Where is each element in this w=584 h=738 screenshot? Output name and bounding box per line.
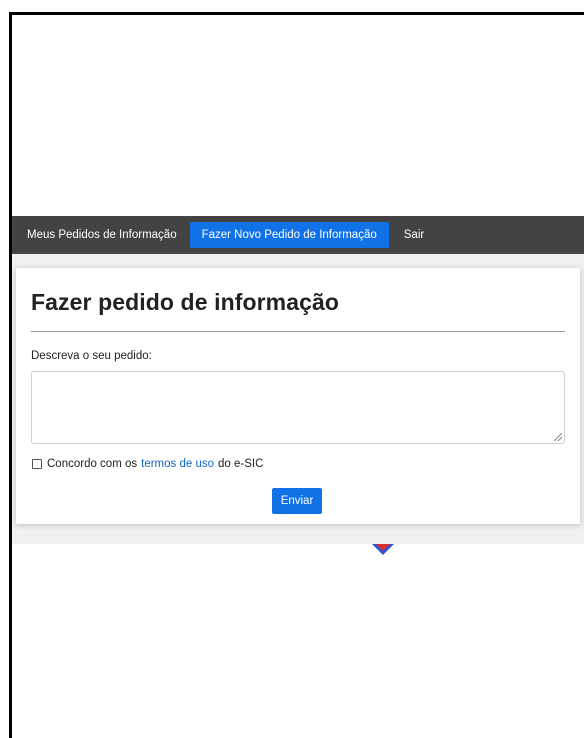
request-form-card: Fazer pedido de informação Descreva o se…	[16, 268, 580, 524]
terms-checkbox[interactable]	[32, 459, 42, 469]
nav-new-request[interactable]: Fazer Novo Pedido de Informação	[189, 222, 389, 248]
terms-link[interactable]: termos de uso	[141, 458, 214, 470]
pointer-marker-inner-icon	[376, 544, 390, 551]
terms-row: Concordo com os termos de uso do e-SIC	[31, 458, 565, 470]
description-textarea[interactable]	[31, 371, 565, 444]
submit-button[interactable]: Enviar	[272, 488, 322, 514]
terms-prefix: Concordo com os	[47, 458, 138, 470]
nav-logout[interactable]: Sair	[397, 222, 431, 248]
submit-row: Enviar	[31, 488, 565, 514]
nav-my-requests[interactable]: Meus Pedidos de Informação	[20, 222, 184, 248]
page-title: Fazer pedido de informação	[31, 289, 340, 315]
resize-grip-icon[interactable]	[554, 433, 562, 441]
title-divider	[31, 331, 565, 332]
description-label: Descreva o seu pedido:	[31, 350, 152, 362]
terms-suffix: do e-SIC	[218, 458, 264, 470]
top-navbar: Meus Pedidos de Informação Fazer Novo Pe…	[12, 216, 584, 254]
